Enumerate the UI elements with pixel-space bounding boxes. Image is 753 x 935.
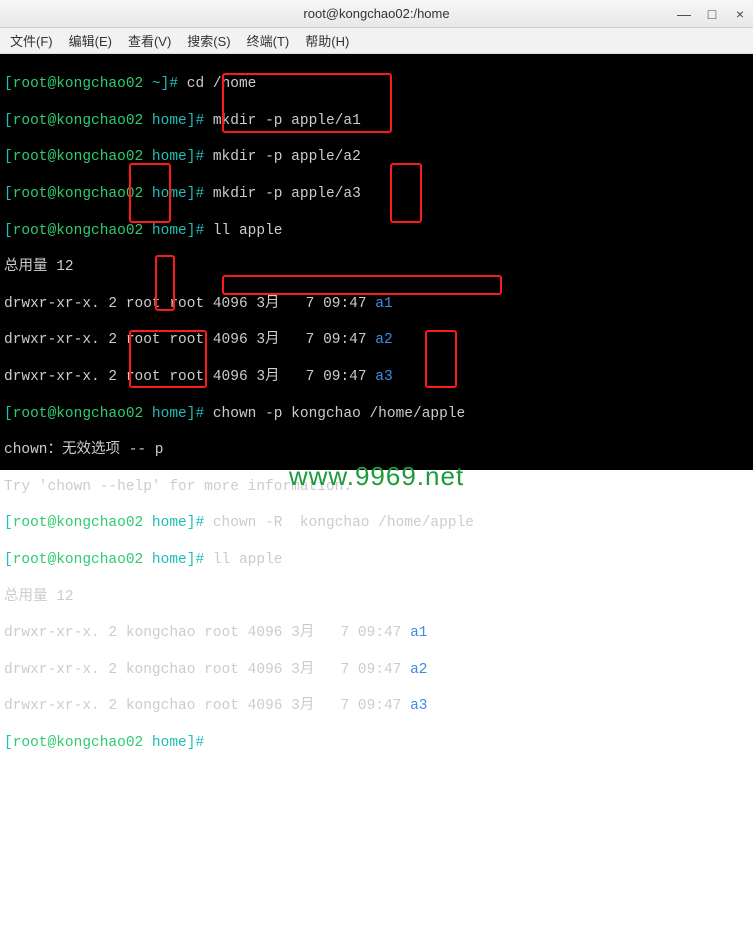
ls-row: drwxr-xr-x. 2 root root 4096 3月 7 09:47 … [4, 295, 749, 313]
menu-view[interactable]: 查看(V) [124, 29, 175, 52]
terminal-line: [root@kongchao02 ~]# cd /home [4, 75, 749, 93]
terminal-line: [root@kongchao02 home]# mkdir -p apple/a… [4, 112, 749, 130]
terminal-line: [root@kongchao02 home]# mkdir -p apple/a… [4, 185, 749, 203]
terminal-line: [root@kongchao02 home]# ll apple [4, 222, 749, 240]
ls-row: drwxr-xr-x. 2 root root 4096 3月 7 09:47 … [4, 331, 749, 349]
menu-search[interactable]: 搜索(S) [183, 29, 234, 52]
terminal-line: [root@kongchao02 home]# ll apple [4, 551, 749, 569]
ls-row: drwxr-xr-x. 2 kongchao root 4096 3月 7 09… [4, 661, 749, 679]
minimize-button[interactable]: — [677, 6, 691, 22]
terminal-line: [root@kongchao02 home]# chown -p kongcha… [4, 405, 749, 423]
menu-edit[interactable]: 编辑(E) [65, 29, 116, 52]
watermark-text: www.9969.net [289, 461, 464, 492]
ls-row: drwxr-xr-x. 2 kongchao root 4096 3月 7 09… [4, 624, 749, 642]
menu-file[interactable]: 文件(F) [6, 29, 57, 52]
ls-row: drwxr-xr-x. 2 kongchao root 4096 3月 7 09… [4, 697, 749, 715]
menu-help[interactable]: 帮助(H) [301, 29, 353, 52]
terminal-line: [root@kongchao02 home]# chown -R kongcha… [4, 514, 749, 532]
ls-row: drwxr-xr-x. 2 root root 4096 3月 7 09:47 … [4, 368, 749, 386]
terminal-line: [root@kongchao02 home]# mkdir -p apple/a… [4, 148, 749, 166]
window-title: root@kongchao02:/home [303, 6, 449, 21]
terminal-line: [root@kongchao02 home]# [4, 734, 749, 752]
terminal-line: 总用量 12 [4, 588, 749, 606]
terminal-area[interactable]: [root@kongchao02 ~]# cd /home [root@kong… [0, 54, 753, 470]
maximize-button[interactable]: □ [705, 6, 719, 22]
menu-terminal[interactable]: 终端(T) [243, 29, 294, 52]
menu-bar: 文件(F) 编辑(E) 查看(V) 搜索(S) 终端(T) 帮助(H) [0, 28, 753, 54]
terminal-line: 总用量 12 [4, 258, 749, 276]
terminal-line: chown：无效选项 -- p [4, 441, 749, 459]
window-titlebar: root@kongchao02:/home — □ × [0, 0, 753, 28]
highlight-box [222, 275, 502, 295]
window-controls: — □ × [677, 6, 747, 22]
close-button[interactable]: × [733, 6, 747, 22]
